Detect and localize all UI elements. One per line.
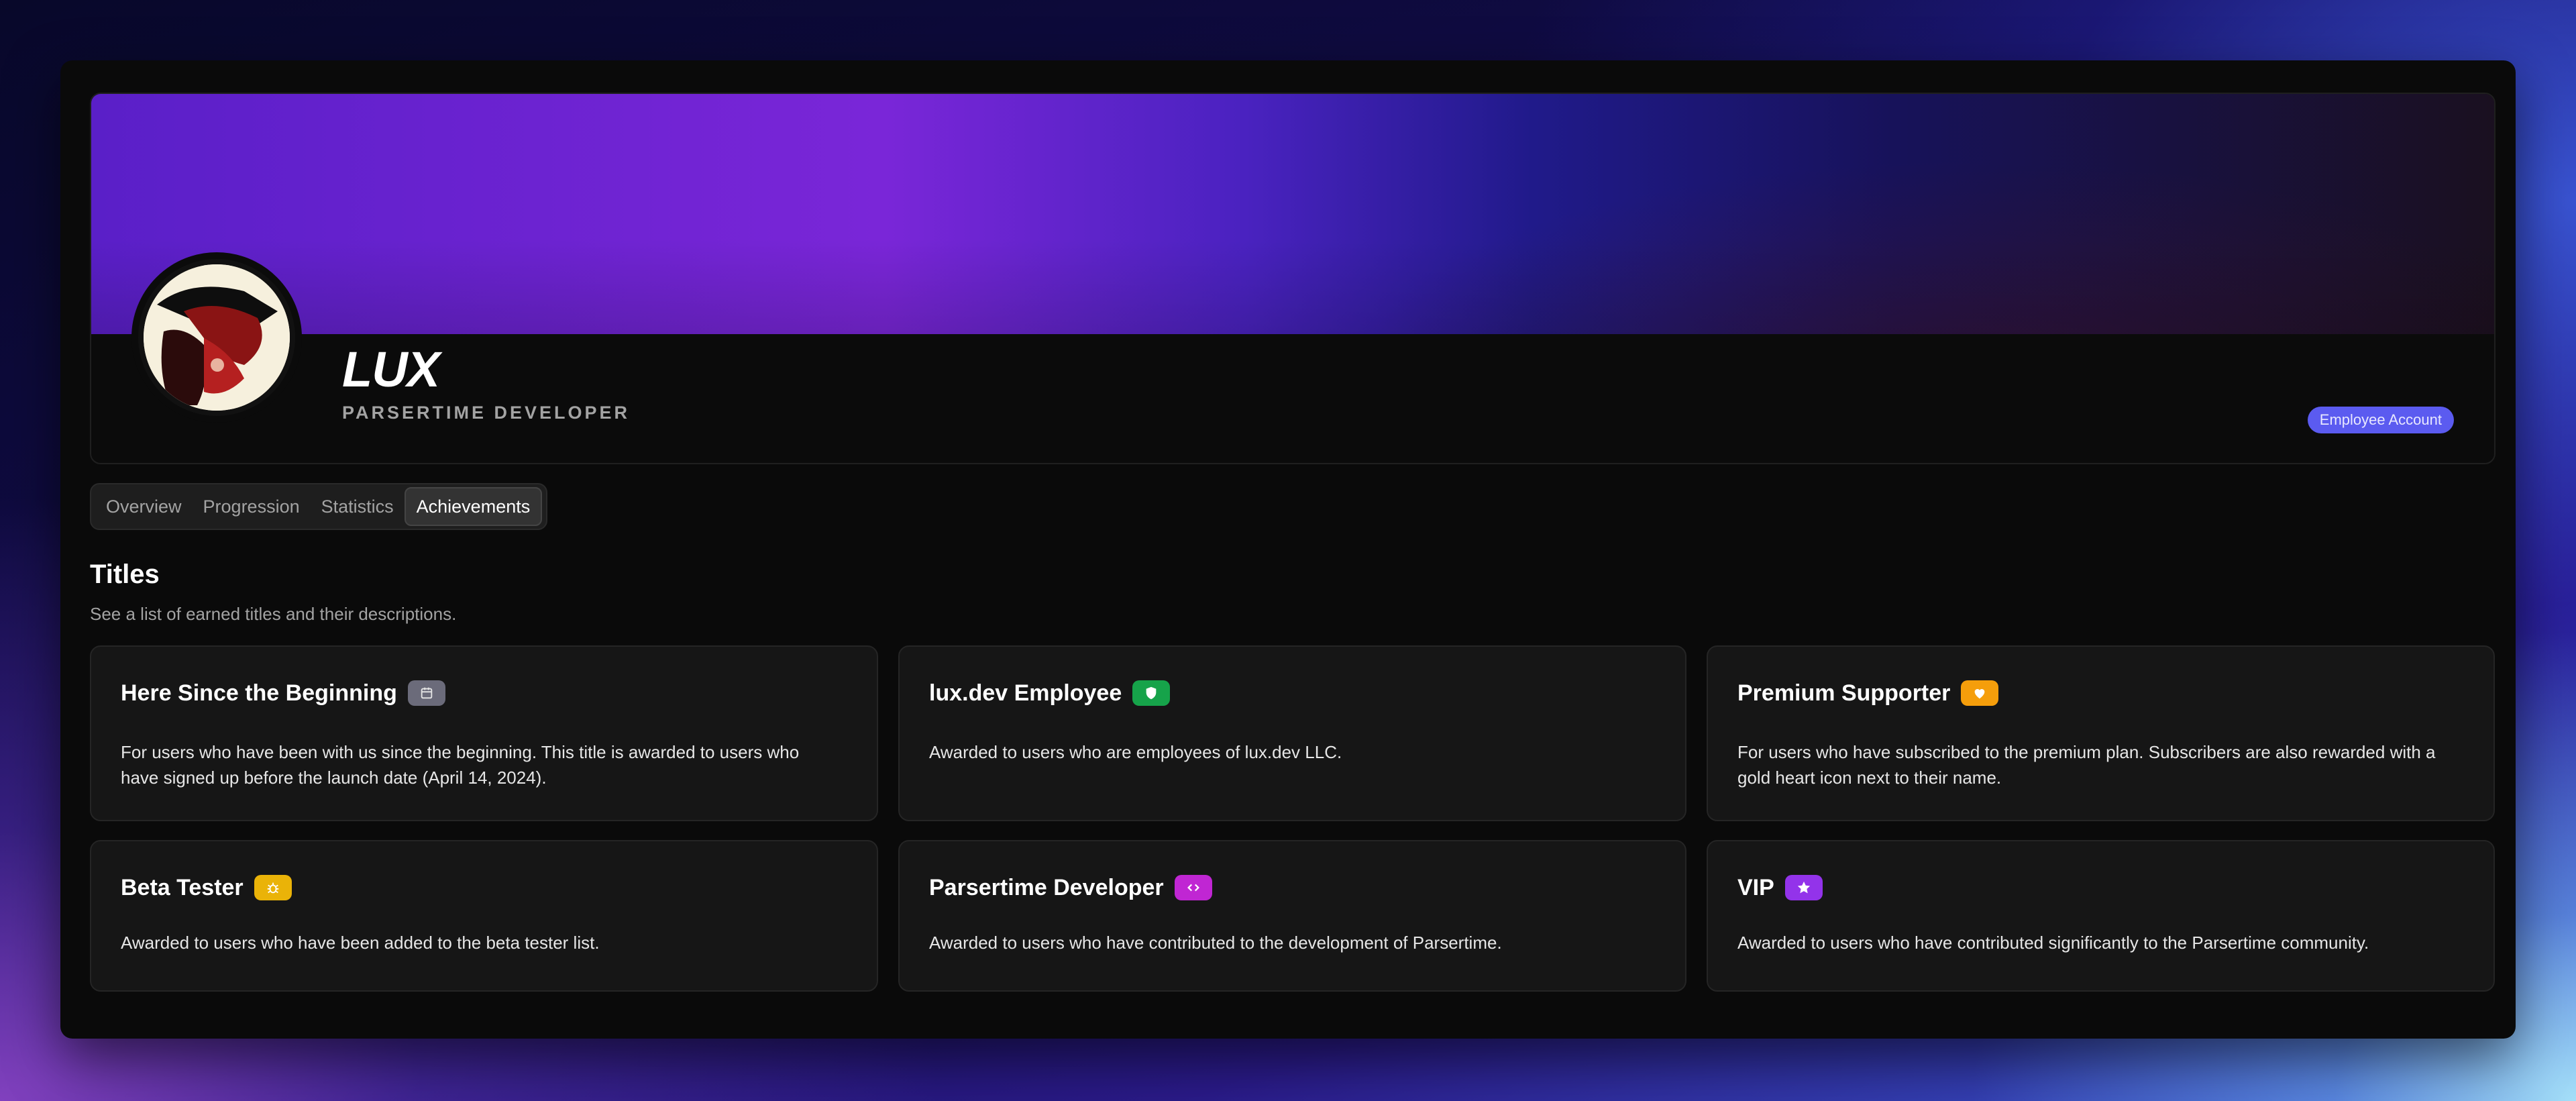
avatar-image [144,264,290,411]
profile-role: PARSERTIME DEVELOPER [342,403,631,423]
section-title: Titles [90,560,160,589]
bug-icon [254,875,292,900]
profile-name: LUX [342,342,440,397]
title-card-here-since-beginning: Here Since the Beginning For users who h… [90,645,878,821]
titles-grid: Here Since the Beginning For users who h… [90,645,2496,992]
title-description: Awarded to users who have contributed si… [1737,933,2369,953]
title-name: Here Since the Beginning [121,680,397,706]
title-card-vip: VIP Awarded to users who have contribute… [1707,840,2495,992]
employee-badge: Employee Account [2307,407,2454,433]
title-description: For users who have been with us since th… [121,742,800,788]
title-name: lux.dev Employee [929,680,1122,706]
title-name: Beta Tester [121,874,244,900]
title-name: Parsertime Developer [929,874,1164,900]
profile-header: LUX PARSERTIME DEVELOPER Employee Accoun… [90,93,2496,464]
title-description: For users who have subscribed to the pre… [1737,742,2436,788]
title-card-lux-dev-employee: lux.dev Employee Awarded to users who ar… [898,645,1686,821]
title-card-beta-tester: Beta Tester Awarded to users who have be… [90,840,878,992]
code-icon [1174,875,1212,900]
tab-statistics[interactable]: Statistics [311,488,405,525]
title-card-parsertime-developer: Parsertime Developer Awarded to users wh… [898,840,1686,992]
title-description: Awarded to users who are employees of lu… [929,742,1342,762]
section-subtitle: See a list of earned titles and their de… [90,604,457,624]
profile-tabs: Overview Progression Statistics Achievem… [90,483,548,530]
avatar[interactable] [131,252,302,423]
tab-overview[interactable]: Overview [95,488,193,525]
profile-window: LUX PARSERTIME DEVELOPER Employee Accoun… [60,60,2516,1039]
profile-banner [91,94,2494,334]
title-name: VIP [1737,874,1774,900]
title-name: Premium Supporter [1737,680,1951,706]
tab-progression[interactable]: Progression [193,488,311,525]
star-icon [1784,875,1823,900]
title-description: Awarded to users who have contributed to… [929,933,1502,953]
title-description: Awarded to users who have been added to … [121,933,600,953]
calendar-icon [407,680,445,706]
tab-achievements[interactable]: Achievements [404,487,543,526]
heart-icon [1961,680,1999,706]
shield-icon [1132,680,1171,706]
title-card-premium-supporter: Premium Supporter For users who have sub… [1707,645,2495,821]
